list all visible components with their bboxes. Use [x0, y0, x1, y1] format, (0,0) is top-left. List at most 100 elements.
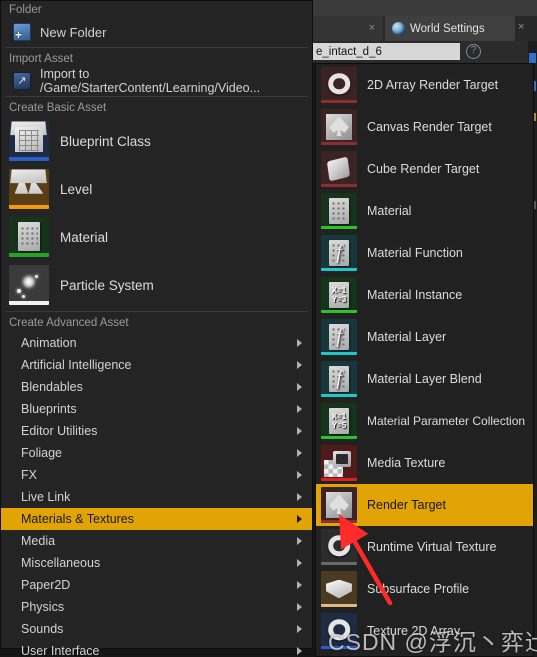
submenu-item-canvas-render-target[interactable]: Canvas Render Target: [316, 106, 533, 148]
menu-item-label: Miscellaneous: [21, 556, 101, 570]
help-icon[interactable]: ?: [466, 44, 481, 59]
icon-accent-bar: [321, 646, 357, 649]
submenu-item-material-instance[interactable]: X=1 Y=3 Material Instance: [316, 274, 533, 316]
submenu-item-runtime-virtual-texture[interactable]: Runtime Virtual Texture: [316, 526, 533, 568]
icon-accent-bar: [321, 562, 357, 565]
globe-icon: [392, 22, 405, 35]
icon-accent-bar: [321, 394, 357, 397]
menu-item-miscellaneous[interactable]: Miscellaneous: [1, 552, 312, 574]
asset-name-input[interactable]: e_intact_d_6: [313, 43, 460, 60]
particle-system-icon: [9, 265, 49, 305]
chevron-right-icon: [297, 625, 302, 633]
close-icon[interactable]: ×: [369, 21, 375, 35]
material-layer-blend-icon: f: [321, 361, 357, 397]
menu-item-physics[interactable]: Physics: [1, 596, 312, 618]
submenu-item-label: Subsurface Profile: [367, 582, 470, 596]
submenu-item-label: Material: [367, 204, 412, 218]
menu-item-paper2d[interactable]: Paper2D: [1, 574, 312, 596]
tab-inactive[interactable]: ×: [313, 16, 383, 41]
icon-art: [17, 289, 21, 293]
menu-item-editor-utilities[interactable]: Editor Utilities: [1, 420, 312, 442]
menu-item-artificial-intelligence[interactable]: Artificial Intelligence: [1, 354, 312, 376]
menu-item-fx[interactable]: FX: [1, 464, 312, 486]
divider: [5, 96, 308, 97]
chevron-right-icon: [297, 537, 302, 545]
render-target-ring-icon: [321, 67, 357, 103]
icon-accent-bar: [321, 142, 357, 145]
submenu-item-label: Media Texture: [367, 456, 446, 470]
chevron-right-icon: [297, 581, 302, 589]
menu-item-blueprint-class[interactable]: Blueprint Class: [1, 117, 312, 165]
menu-item-blueprints[interactable]: Blueprints: [1, 398, 312, 420]
menu-item-live-link[interactable]: Live Link: [1, 486, 312, 508]
submenu-item-cube-render-target[interactable]: Cube Render Target: [316, 148, 533, 190]
menu-item-label: Blendables: [21, 380, 83, 394]
menu-item-label: Sounds: [21, 622, 64, 636]
panel-close-icon[interactable]: ×: [518, 21, 524, 33]
submenu-item-label: Material Parameter Collection: [367, 414, 526, 428]
icon-art: [332, 451, 352, 468]
menu-item-media[interactable]: Media: [1, 530, 312, 552]
submenu-item-2d-array-render-target[interactable]: 2D Array Render Target: [316, 64, 533, 106]
runtime-virtual-texture-icon: [321, 529, 357, 565]
chevron-right-icon: [297, 603, 302, 611]
icon-art: [327, 156, 351, 182]
menu-item-label: New Folder: [40, 24, 107, 40]
submenu-item-label: Texture 2D Array: [367, 624, 461, 638]
submenu-item-subsurface-profile[interactable]: Subsurface Profile: [316, 568, 533, 610]
menu-item-new-folder[interactable]: New Folder: [1, 19, 312, 45]
subsurface-profile-icon: [321, 571, 357, 607]
submenu-materials-and-textures: 2D Array Render Target Canvas Render Tar…: [315, 63, 534, 657]
icon-accent-bar: [9, 253, 49, 257]
icon-accent-bar: [321, 268, 357, 271]
submenu-item-media-texture[interactable]: Media Texture: [316, 442, 533, 484]
chevron-right-icon: [297, 339, 302, 347]
submenu-item-material-function[interactable]: f Material Function: [316, 232, 533, 274]
level-icon: [9, 169, 49, 209]
menu-item-label: FX: [21, 468, 37, 482]
editor-toolbar-strip: [313, 0, 537, 16]
menu-item-label: Artificial Intelligence: [21, 358, 132, 372]
menu-item-label: Foliage: [21, 446, 62, 460]
chevron-right-icon: [297, 449, 302, 457]
submenu-item-material-parameter-collection[interactable]: X=1 Y=5 Material Parameter Collection: [316, 400, 533, 442]
submenu-item-material[interactable]: Material: [316, 190, 533, 232]
icon-art: f: [336, 241, 342, 264]
material-icon: [321, 193, 357, 229]
section-header-import: Import Asset: [9, 53, 73, 65]
menu-item-import-to[interactable]: ↗ Import to /Game/StarterContent/Learnin…: [1, 67, 312, 95]
submenu-item-texture-2d-array[interactable]: Texture 2D Array: [316, 610, 533, 652]
menu-item-user-interface[interactable]: User Interface: [1, 640, 312, 657]
menu-item-sounds[interactable]: Sounds: [1, 618, 312, 640]
submenu-item-label: Render Target: [367, 498, 446, 512]
menu-item-materials-and-textures[interactable]: Materials & Textures: [1, 508, 312, 530]
strip-seg-blue-a: [529, 53, 536, 63]
submenu-item-label: Cube Render Target: [367, 162, 480, 176]
menu-item-label: Animation: [21, 336, 77, 350]
menu-item-label: Particle System: [60, 277, 154, 293]
canvas-render-target-icon: [321, 109, 357, 145]
tab-world-settings[interactable]: World Settings: [385, 16, 515, 41]
icon-art: f: [336, 367, 342, 390]
icon-art: [328, 618, 350, 641]
submenu-item-material-layer[interactable]: f Material Layer: [316, 316, 533, 358]
material-icon: [9, 217, 49, 257]
submenu-item-material-layer-blend[interactable]: f Material Layer Blend: [316, 358, 533, 400]
menu-item-particle-system[interactable]: Particle System: [1, 261, 312, 309]
menu-item-foliage[interactable]: Foliage: [1, 442, 312, 464]
chevron-right-icon: [297, 559, 302, 567]
icon-art: f: [336, 325, 342, 348]
menu-item-blendables[interactable]: Blendables: [1, 376, 312, 398]
media-texture-icon: [321, 445, 357, 481]
icon-accent-bar: [321, 478, 357, 481]
menu-item-animation[interactable]: Animation: [1, 332, 312, 354]
submenu-item-render-target[interactable]: Render Target: [316, 484, 533, 526]
submenu-item-label: Material Layer Blend: [367, 372, 482, 386]
menu-item-material[interactable]: Material: [1, 213, 312, 261]
icon-accent-bar: [9, 157, 49, 161]
icon-art: [328, 197, 350, 224]
chevron-right-icon: [297, 647, 302, 655]
icon-art: [10, 169, 48, 183]
icon-accent-bar: [321, 604, 357, 607]
menu-item-level[interactable]: Level: [1, 165, 312, 213]
